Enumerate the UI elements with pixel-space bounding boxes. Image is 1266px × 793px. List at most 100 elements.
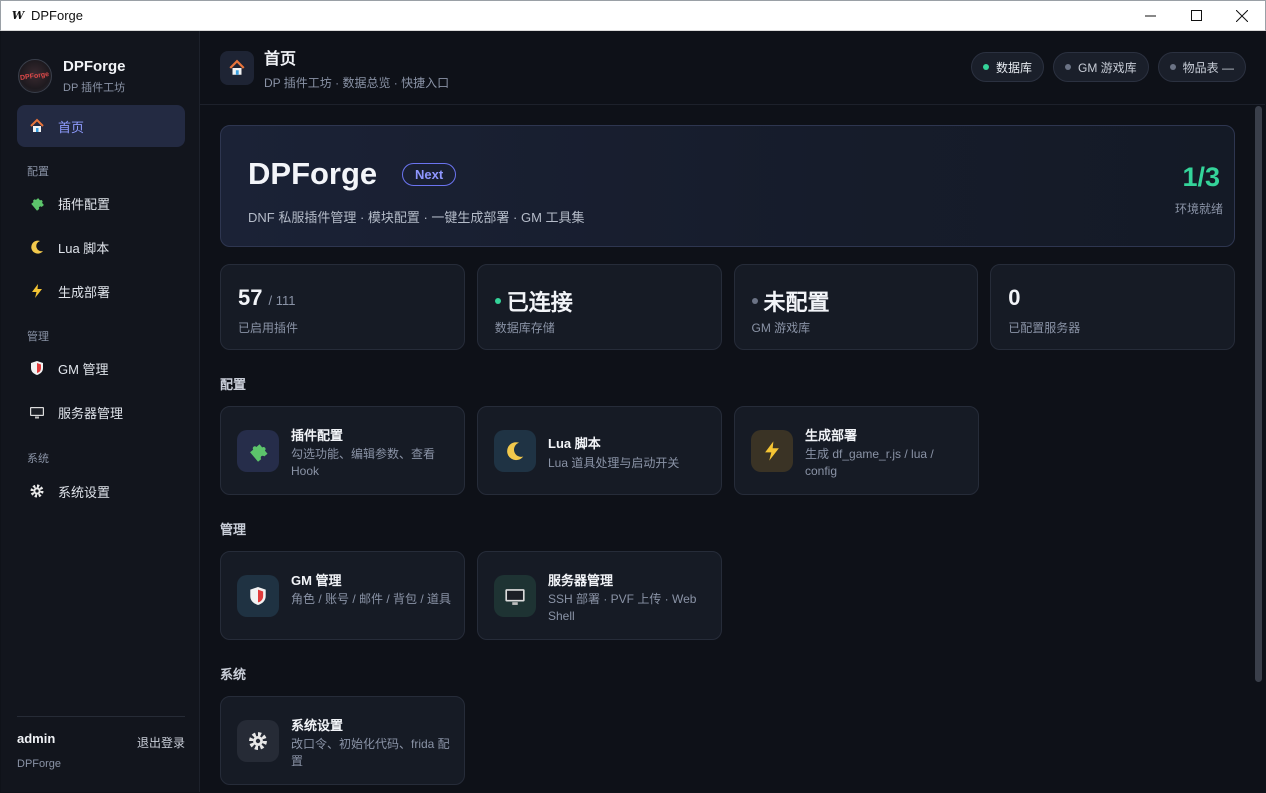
- stat-card-plugins: 57 / 111 已启用插件: [220, 264, 465, 350]
- card-title: 服务器管理: [548, 573, 614, 588]
- monitor-icon: [28, 403, 46, 421]
- card-description: 生成 df_game_r.js / lua / config: [805, 447, 934, 478]
- cards-system: 系统设置 改口令、初始化代码、frida 配置: [220, 696, 1235, 785]
- status-dot-icon: [751, 298, 758, 304]
- stat-label: 已启用插件: [238, 321, 299, 335]
- card-deploy[interactable]: 生成部署 生成 df_game_r.js / lua / config: [734, 406, 979, 495]
- sidebar-item-label: 系统设置: [58, 484, 111, 500]
- footer-brand: DPForge: [17, 758, 62, 770]
- nav-section-config: 配置: [27, 166, 49, 178]
- moon-icon: [28, 238, 46, 256]
- sidebar-item-label: Lua 脚本: [58, 240, 110, 256]
- stats-row: 57 / 111 已启用插件 已连接 数据库存储 未配置 GM 游戏库 0 已配置…: [220, 264, 1235, 350]
- shield-icon: [28, 359, 46, 377]
- dashboard: DPForge Next DNF 私服插件管理 · 模块配置 · 一键生成部署 …: [220, 125, 1235, 785]
- sidebar-brand: DPForge DPForge DP 插件工坊: [1, 31, 199, 103]
- sidebar-item-label: GM 管理: [58, 361, 109, 377]
- app-logo-icon: W: [11, 9, 25, 22]
- hero-banner: DPForge Next DNF 私服插件管理 · 模块配置 · 一键生成部署 …: [220, 125, 1235, 247]
- version-tag: Next: [402, 163, 457, 186]
- status-pill-item-table[interactable]: 物品表 —: [1157, 52, 1246, 82]
- card-description: 勾选功能、编辑参数、查看 Hook: [291, 447, 436, 478]
- avatar: DPForge: [18, 59, 52, 93]
- card-title: 生成部署: [805, 428, 858, 443]
- brand-subtitle: DP 插件工坊: [63, 81, 126, 94]
- status-pill-gm-db[interactable]: GM 游戏库: [1052, 52, 1149, 82]
- stat-label: 数据库存储: [494, 321, 555, 335]
- moon-icon: [494, 430, 536, 472]
- puzzle-icon: [28, 194, 46, 212]
- card-description: 角色 / 账号 / 邮件 / 背包 / 道具: [291, 592, 452, 606]
- app-root: DPForge DPForge DP 插件工坊 首页 配置 插件配置 Lua 脚…: [1, 31, 1265, 792]
- sidebar-item-lua[interactable]: Lua 脚本: [17, 226, 185, 268]
- lightning-icon: [28, 282, 46, 300]
- shield-icon: [237, 575, 279, 617]
- stat-label: GM 游戏库: [751, 321, 811, 335]
- status-pill-database[interactable]: 数据库: [970, 52, 1044, 82]
- scrollbar[interactable]: [1255, 106, 1262, 682]
- card-description: Lua 道具处理与启动开关: [548, 456, 680, 470]
- window-titlebar: W DPForge: [0, 0, 1266, 31]
- sidebar-footer: admin 退出登录 DPForge: [17, 716, 185, 792]
- pill-label: GM 游戏库: [1077, 60, 1137, 75]
- sidebar-item-label: 首页: [58, 119, 85, 135]
- stat-value: 已连接: [506, 290, 573, 315]
- maximize-icon[interactable]: [1173, 1, 1219, 30]
- sidebar-item-label: 插件配置: [58, 196, 111, 212]
- topbar: 首页 DP 插件工坊 · 数据总览 · 快捷入口 数据库 GM 游戏库 物品表 …: [200, 31, 1265, 105]
- lightning-icon: [751, 430, 793, 472]
- minimize-icon[interactable]: [1127, 1, 1173, 30]
- status-dot-icon: [494, 298, 501, 304]
- section-title-system: 系统: [220, 667, 247, 682]
- monitor-icon: [494, 575, 536, 617]
- card-plugin-config[interactable]: 插件配置 勾选功能、编辑参数、查看 Hook: [220, 406, 465, 495]
- main-content: 首页 DP 插件工坊 · 数据总览 · 快捷入口 数据库 GM 游戏库 物品表 …: [200, 31, 1265, 792]
- stat-card-gm-db: 未配置 GM 游戏库: [733, 264, 979, 350]
- status-pills: 数据库 GM 游戏库 物品表 —: [970, 52, 1246, 82]
- avatar-logo-text: DPForge: [20, 70, 50, 82]
- hero-subtitle: DNF 私服插件管理 · 模块配置 · 一键生成部署 · GM 工具集: [248, 210, 585, 225]
- card-title: 插件配置: [291, 428, 344, 443]
- gear-icon: [28, 482, 46, 500]
- stat-label: 已配置服务器: [1008, 321, 1081, 335]
- card-title: GM 管理: [291, 573, 342, 588]
- card-lua[interactable]: Lua 脚本 Lua 道具处理与启动开关: [477, 406, 722, 495]
- status-dot-icon: [1064, 64, 1071, 70]
- card-title: Lua 脚本: [548, 436, 601, 451]
- gear-icon: [237, 720, 279, 762]
- section-title-manage: 管理: [220, 522, 247, 537]
- env-ready-ratio: 1/3: [1182, 162, 1220, 192]
- nav-section-system: 系统: [27, 453, 49, 465]
- close-icon[interactable]: [1219, 1, 1265, 30]
- stat-card-servers: 0 已配置服务器: [990, 264, 1235, 350]
- stat-total: / 111: [268, 293, 296, 308]
- puzzle-icon: [237, 430, 279, 472]
- sidebar-item-plugin-config[interactable]: 插件配置: [17, 182, 185, 224]
- cards-manage: GM 管理 角色 / 账号 / 邮件 / 背包 / 道具 服务器管理 SSH 部…: [220, 551, 1235, 640]
- env-ready-label: 环境就绪: [1174, 202, 1223, 216]
- home-icon: [220, 50, 254, 85]
- hero-title: DPForge: [248, 156, 378, 191]
- stat-value: 57: [238, 285, 263, 310]
- sidebar-item-settings[interactable]: 系统设置: [17, 470, 185, 512]
- home-icon: [28, 117, 46, 135]
- card-server[interactable]: 服务器管理 SSH 部署 · PVF 上传 · Web Shell: [477, 551, 722, 640]
- sidebar-item-server[interactable]: 服务器管理: [17, 391, 185, 433]
- page-subtitle: DP 插件工坊 · 数据总览 · 快捷入口: [264, 75, 450, 90]
- window-controls: [1127, 1, 1265, 30]
- stat-value: 未配置: [763, 290, 830, 315]
- sidebar-item-deploy[interactable]: 生成部署: [17, 270, 185, 312]
- stat-card-database: 已连接 数据库存储: [476, 264, 722, 350]
- section-title-config: 配置: [220, 377, 247, 392]
- page-title: 首页: [264, 50, 297, 68]
- card-description: 改口令、初始化代码、frida 配置: [291, 737, 450, 768]
- card-gm[interactable]: GM 管理 角色 / 账号 / 邮件 / 背包 / 道具: [220, 551, 465, 640]
- card-settings[interactable]: 系统设置 改口令、初始化代码、frida 配置: [220, 696, 465, 785]
- logout-button[interactable]: 退出登录: [137, 734, 185, 751]
- status-dot-icon: [982, 64, 989, 70]
- brand-name: DPForge: [63, 57, 126, 75]
- pill-label: 物品表 —: [1182, 60, 1234, 75]
- sidebar-item-gm[interactable]: GM 管理: [17, 347, 185, 389]
- pill-label: 数据库: [995, 60, 1032, 75]
- sidebar-item-home[interactable]: 首页: [17, 105, 185, 147]
